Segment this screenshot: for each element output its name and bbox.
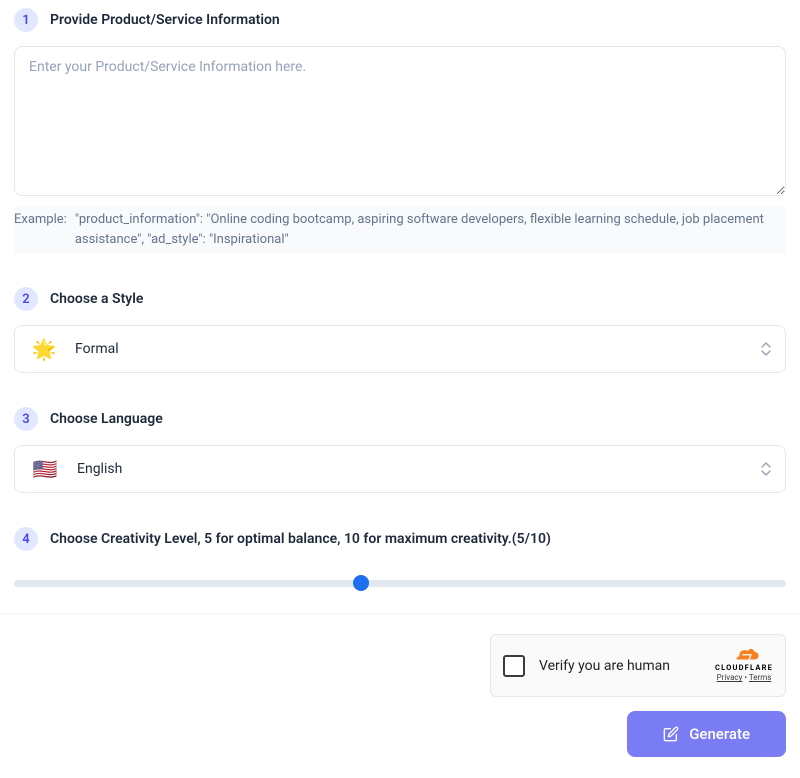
slider-thumb[interactable] — [353, 575, 369, 591]
captcha-widget: Verify you are human CLOUDFLARE Privacy … — [490, 634, 786, 697]
creativity-slider[interactable] — [14, 573, 786, 593]
cloudflare-text: CLOUDFLARE — [715, 664, 773, 672]
sparkle-icon: 🌟 — [31, 340, 57, 358]
us-flag-icon: 🇺🇸 — [31, 460, 59, 478]
step-3-title: Choose Language — [50, 411, 163, 427]
slider-fill — [14, 580, 361, 587]
chevron-sort-icon — [761, 342, 771, 356]
step-1-header: 1 Provide Product/Service Information — [14, 8, 786, 32]
step-4-title: Choose Creativity Level, 5 for optimal b… — [50, 531, 551, 547]
cloudflare-brand: CLOUDFLARE Privacy • Terms — [715, 649, 773, 683]
example-row: Example: "product_information": "Online … — [14, 206, 786, 253]
slider-track — [14, 580, 786, 587]
step-1-badge: 1 — [14, 8, 38, 32]
language-select[interactable]: 🇺🇸 English — [14, 445, 786, 493]
example-text: "product_information": "Online coding bo… — [75, 210, 786, 249]
chevron-sort-icon — [761, 462, 771, 476]
step-2-header: 2 Choose a Style — [14, 287, 786, 311]
style-value: Formal — [75, 341, 119, 357]
terms-link[interactable]: Terms — [749, 673, 771, 682]
step-3-section: 3 Choose Language 🇺🇸 English — [14, 407, 786, 493]
step-2-badge: 2 — [14, 287, 38, 311]
step-1-section: 1 Provide Product/Service Information Ex… — [14, 8, 786, 253]
example-label: Example: — [14, 210, 67, 249]
cloudflare-links: Privacy • Terms — [717, 673, 772, 682]
edit-icon — [663, 726, 679, 742]
step-2-title: Choose a Style — [50, 291, 143, 307]
generate-label: Generate — [689, 725, 750, 743]
style-select[interactable]: 🌟 Formal — [14, 325, 786, 373]
captcha-row: Verify you are human CLOUDFLARE Privacy … — [0, 614, 800, 711]
generate-button[interactable]: Generate — [627, 711, 786, 757]
privacy-link[interactable]: Privacy — [717, 673, 743, 682]
captcha-checkbox[interactable] — [503, 655, 525, 677]
product-info-textarea[interactable] — [14, 46, 786, 196]
captcha-label: Verify you are human — [539, 658, 701, 674]
step-3-header: 3 Choose Language — [14, 407, 786, 431]
step-3-badge: 3 — [14, 407, 38, 431]
language-value: English — [77, 461, 122, 477]
step-2-section: 2 Choose a Style 🌟 Formal — [14, 287, 786, 373]
step-1-title: Provide Product/Service Information — [50, 12, 280, 28]
step-4-badge: 4 — [14, 527, 38, 551]
cloudflare-logo-icon: CLOUDFLARE — [715, 649, 773, 672]
step-4-section: 4 Choose Creativity Level, 5 for optimal… — [14, 527, 786, 593]
step-4-header: 4 Choose Creativity Level, 5 for optimal… — [14, 527, 786, 551]
button-row: Generate — [0, 711, 800, 775]
